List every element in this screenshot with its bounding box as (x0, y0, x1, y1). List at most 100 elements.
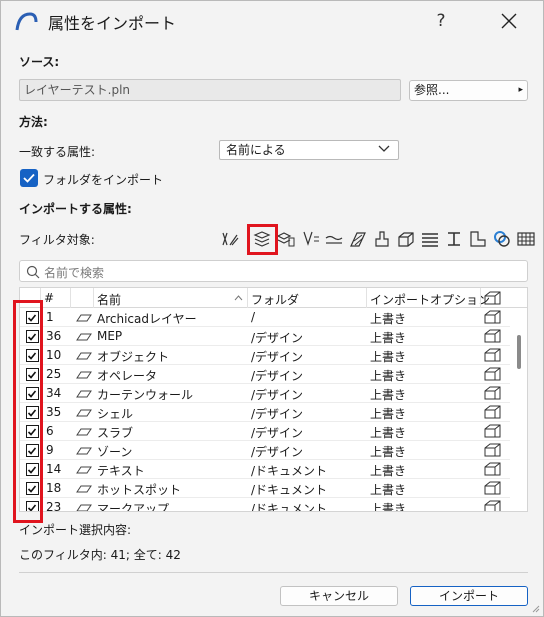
composite-icon[interactable] (396, 229, 416, 249)
row-number: 1 (46, 310, 54, 324)
layer-status-icon[interactable] (484, 405, 502, 422)
table-row[interactable]: 34 カーテンウォール/デザイン 上書き (20, 384, 510, 403)
row-import-option[interactable]: 上書き (370, 386, 406, 403)
import-button[interactable]: インポート (410, 586, 528, 606)
row-import-option[interactable]: 上書き (370, 500, 406, 511)
row-import-option[interactable]: 上書き (370, 348, 406, 365)
layer-icon (76, 312, 92, 326)
table-row[interactable]: 35 シェル/デザイン 上書き (20, 403, 510, 422)
close-icon (501, 13, 517, 29)
row-name: オペレータ (97, 369, 158, 383)
import-folders-checkbox[interactable] (20, 169, 38, 187)
fill-icon[interactable] (348, 229, 368, 249)
mep-system-icon[interactable] (492, 229, 512, 249)
search-box[interactable]: 名前で検索 (19, 260, 528, 282)
browse-label: 参照... (414, 83, 450, 97)
help-button[interactable]: ? (421, 7, 461, 35)
row-number: 6 (46, 424, 54, 438)
table-row[interactable]: 6 スラブ/デザイン 上書き (20, 422, 510, 441)
row-folder: /デザイン (251, 350, 304, 364)
row-name: シェル (97, 407, 134, 421)
layer-status-icon[interactable] (484, 443, 502, 460)
cancel-button[interactable]: キャンセル (280, 586, 398, 606)
layer-status-icon[interactable] (484, 424, 502, 441)
pen-icon[interactable] (300, 229, 320, 249)
row-import-option[interactable]: 上書き (370, 443, 406, 460)
close-button[interactable] (489, 7, 529, 35)
resize-grip-icon[interactable] (530, 603, 540, 613)
row-folder: /ドキュメント (251, 464, 328, 478)
import-folders-label: フォルダをインポート (43, 173, 164, 187)
building-material-icon[interactable] (372, 229, 392, 249)
table-header: # 名前 フォルダ インポートオプション (20, 288, 527, 308)
layer-icon (76, 350, 92, 364)
layer-status-icon[interactable] (484, 462, 502, 479)
zone-category-icon[interactable] (468, 229, 488, 249)
table-row[interactable]: 25 オペレータ/デザイン 上書き (20, 365, 510, 384)
row-import-option[interactable]: 上書き (370, 481, 406, 498)
layer-status-icon[interactable] (484, 367, 502, 384)
checkmark-icon (23, 173, 35, 183)
table-row[interactable]: 1 Archicadレイヤー / 上書き (20, 308, 510, 327)
table-row[interactable]: 23 マークアップ/ドキュメント 上書き (20, 498, 510, 512)
row-number: 25 (46, 367, 62, 381)
operation-profile-icon[interactable] (516, 229, 536, 249)
table-row[interactable]: 36 MEP/デザイン 上書き (20, 327, 510, 346)
row-folder: /デザイン (251, 388, 304, 402)
checkbox-column-highlight (13, 300, 43, 523)
table-row[interactable]: 10 オブジェクト/デザイン 上書き (20, 346, 510, 365)
layer-combination-icon[interactable] (276, 229, 296, 249)
scrollbar-thumb[interactable] (517, 335, 521, 369)
line-type-icon[interactable] (324, 229, 344, 249)
row-import-option[interactable]: 上書き (370, 424, 406, 441)
row-name: Archicadレイヤー (97, 312, 197, 326)
profile-icon[interactable] (420, 229, 440, 249)
table-row[interactable]: 9 ゾーン/デザイン 上書き (20, 441, 510, 460)
surface-icon[interactable] (444, 229, 464, 249)
method-section-label: 方法: (19, 115, 48, 129)
row-import-option[interactable]: 上書き (370, 405, 406, 422)
browse-button[interactable]: 参照... ▸ (409, 80, 528, 101)
layer-icon (76, 407, 92, 421)
row-import-option[interactable]: 上書き (370, 329, 406, 346)
layer-status-icon[interactable] (484, 329, 502, 346)
row-import-option[interactable]: 上書き (370, 367, 406, 384)
pen-set-icon[interactable] (220, 229, 240, 249)
row-name: MEP (97, 329, 123, 343)
row-name: カーテンウォール (97, 388, 194, 402)
table-row[interactable]: 18 ホットスポット/ドキュメント 上書き (20, 479, 510, 498)
attributes-section-label: インポートする属性: (19, 202, 132, 216)
row-import-option[interactable]: 上書き (370, 310, 406, 327)
row-folder: /デザイン (251, 445, 304, 459)
layer-status-icon[interactable] (484, 310, 502, 327)
archicad-logo-icon (15, 12, 38, 31)
layer-status-header-icon (484, 291, 501, 305)
match-dropdown-value: 名前による (226, 143, 286, 157)
search-placeholder: 名前で検索 (44, 266, 105, 280)
table-row[interactable]: 14 テキスト/ドキュメント 上書き (20, 460, 510, 479)
layer-icon (76, 464, 92, 478)
match-dropdown[interactable]: 名前による (219, 140, 399, 160)
row-folder: /デザイン (251, 407, 304, 421)
layer-status-icon[interactable] (484, 500, 502, 511)
column-header-name[interactable]: 名前 (97, 291, 121, 308)
row-number: 14 (46, 462, 62, 476)
column-header-folder[interactable]: フォルダ (251, 291, 299, 308)
row-folder: /デザイン (251, 331, 304, 345)
column-header-import-option[interactable]: インポートオプション (370, 291, 490, 308)
column-header-number[interactable]: # (44, 291, 54, 305)
row-number: 23 (46, 500, 62, 512)
row-name: ホットスポット (97, 483, 182, 497)
chevron-right-icon: ▸ (518, 85, 523, 95)
layer-status-icon[interactable] (484, 348, 502, 365)
row-name: マークアップ (97, 502, 170, 512)
layer-status-icon[interactable] (484, 386, 502, 403)
layer-status-icon[interactable] (484, 481, 502, 498)
layer-icon (76, 445, 92, 459)
row-number: 18 (46, 481, 62, 495)
row-name: テキスト (97, 464, 145, 478)
row-import-option[interactable]: 上書き (370, 462, 406, 479)
layer-icon (76, 426, 92, 440)
vertical-scrollbar[interactable] (512, 308, 527, 511)
title-bar: 属性をインポート ? (1, 1, 544, 41)
